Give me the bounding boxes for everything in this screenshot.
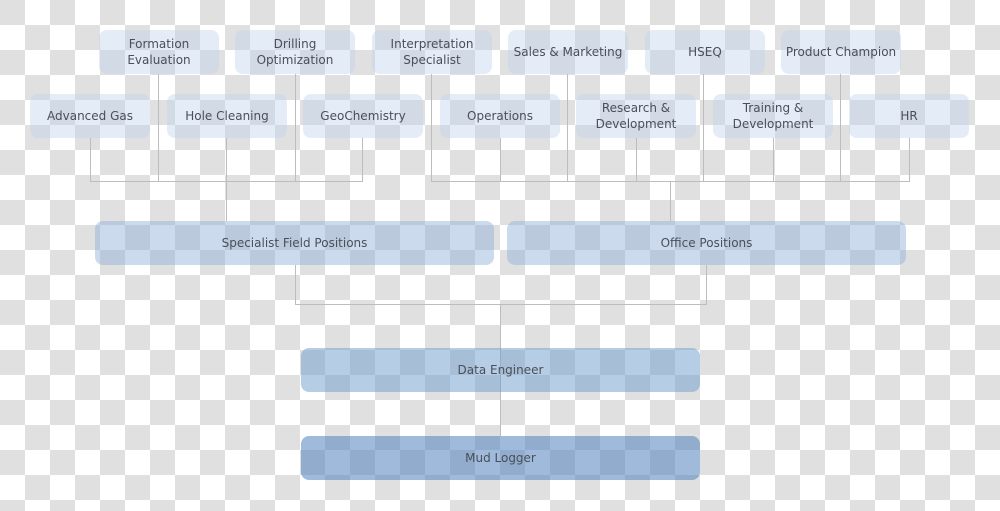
node-sales-marketing[interactable]: Sales & Marketing: [508, 30, 628, 74]
connector-line: [636, 138, 637, 181]
node-label: Office Positions: [660, 236, 753, 250]
connector-line: [295, 265, 296, 304]
node-label: Specialist Field Positions: [221, 236, 368, 250]
connector-line: [706, 265, 707, 304]
node-label: Operations: [467, 109, 533, 123]
connector-line: [909, 138, 910, 181]
node-mud-logger[interactable]: Mud Logger: [301, 436, 700, 480]
connector-line: [90, 138, 91, 181]
node-label: Interpretation Specialist: [390, 37, 474, 67]
node-label: HSEQ: [688, 45, 722, 59]
node-label: Formation Evaluation: [127, 37, 191, 67]
connector-line: [703, 74, 704, 181]
node-label: Mud Logger: [465, 451, 536, 465]
connector-line: [431, 181, 910, 182]
connector-line: [567, 74, 568, 181]
node-label: Hole Cleaning: [185, 109, 269, 123]
node-hr[interactable]: HR: [849, 94, 969, 138]
node-research-development[interactable]: Research & Development: [576, 94, 696, 138]
connector-line: [500, 138, 501, 181]
node-label: Drilling Optimization: [256, 37, 334, 67]
connector-line: [295, 74, 296, 181]
node-data-engineer[interactable]: Data Engineer: [301, 348, 700, 392]
node-drilling-optimization[interactable]: Drilling Optimization: [235, 30, 355, 74]
node-office-positions[interactable]: Office Positions: [507, 221, 906, 265]
node-label: HR: [900, 109, 918, 123]
connector-line: [840, 74, 841, 181]
node-formation-evaluation[interactable]: Formation Evaluation: [99, 30, 219, 74]
node-specialist-field-positions[interactable]: Specialist Field Positions: [95, 221, 494, 265]
node-training-development[interactable]: Training & Development: [713, 94, 833, 138]
node-label: GeoChemistry: [320, 109, 406, 123]
connector-line: [670, 181, 671, 221]
node-hseq[interactable]: HSEQ: [645, 30, 765, 74]
connector-line: [158, 74, 159, 181]
node-interpretation-specialist[interactable]: Interpretation Specialist: [372, 30, 492, 74]
connector-line: [90, 181, 363, 182]
node-label: Product Champion: [785, 45, 897, 59]
connector-line: [226, 138, 227, 221]
node-geochemistry[interactable]: GeoChemistry: [303, 94, 423, 138]
node-label: Research & Development: [595, 101, 677, 131]
node-label: Training & Development: [732, 101, 814, 131]
node-label: Data Engineer: [457, 363, 544, 377]
connector-line: [773, 138, 774, 181]
node-hole-cleaning[interactable]: Hole Cleaning: [167, 94, 287, 138]
node-operations[interactable]: Operations: [440, 94, 560, 138]
connector-line: [295, 304, 707, 305]
connector-line: [362, 138, 363, 181]
node-label: Advanced Gas: [47, 109, 133, 123]
connector-line: [431, 74, 432, 181]
node-label: Sales & Marketing: [513, 45, 623, 59]
node-product-champion[interactable]: Product Champion: [781, 30, 901, 74]
node-advanced-gas[interactable]: Advanced Gas: [30, 94, 150, 138]
